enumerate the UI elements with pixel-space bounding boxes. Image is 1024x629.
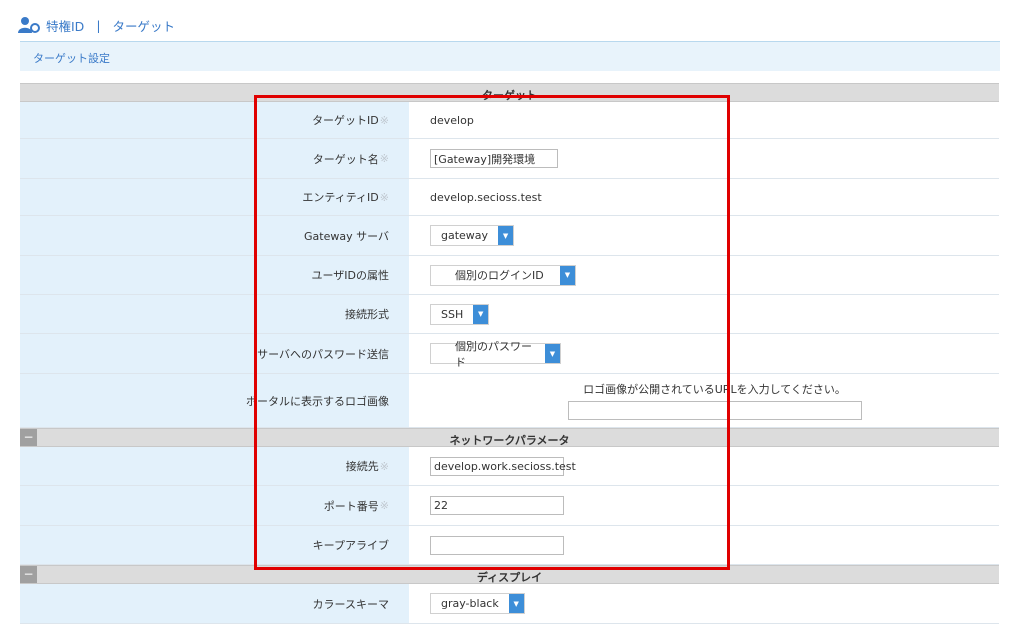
field-label: ポータルに表示するロゴ画像 [246, 394, 389, 408]
sub-header-title: ターゲット設定 [33, 52, 110, 65]
field-label: ユーザIDの属性 [311, 269, 390, 282]
field-label: エンティティID [302, 191, 379, 204]
logo-url-input[interactable] [567, 401, 862, 420]
user-key-icon [18, 16, 40, 34]
sub-header: ターゲット設定 [20, 41, 1000, 71]
select-value: 個別のパスワード [455, 339, 532, 369]
row-portal-logo: ポータルに表示するロゴ画像 ロゴ画像が公開されているURLを入力してください。 [20, 374, 999, 428]
section-target-header: ターゲット [20, 83, 999, 102]
select-value: SSH [441, 307, 464, 321]
required-mark: ※ [379, 459, 389, 473]
select-value: gray-black [441, 597, 499, 610]
row-gateway-server: Gateway サーバ gateway ▼ [20, 216, 999, 256]
password-send-select[interactable]: 個別のパスワード ▼ [430, 339, 561, 369]
color-scheme-select[interactable]: gray-black ▼ [430, 593, 525, 614]
row-user-id-attr: ユーザIDの属性 個別のログインID ▼ [20, 256, 999, 295]
field-label: サーバへのパスワード送信 [257, 347, 389, 361]
target-id-value: develop [430, 113, 474, 127]
select-value: 個別のログインID [455, 269, 544, 282]
entity-id-value: develop.secioss.test [430, 190, 542, 204]
chevron-down-icon[interactable]: ▼ [560, 265, 575, 285]
section-title: ネットワークパラメータ [449, 434, 570, 447]
keepalive-input[interactable] [430, 535, 564, 555]
required-mark: ※ [379, 113, 389, 127]
target-name-input[interactable]: [Gateway]開発環境 [430, 149, 558, 168]
chevron-down-icon[interactable]: ▼ [508, 594, 524, 613]
section-title: ターゲット [482, 89, 537, 102]
section-display-header: − ディスプレイ [20, 565, 999, 584]
required-mark: ※ [379, 152, 389, 165]
gateway-server-select[interactable]: gateway ▼ [430, 225, 515, 246]
breadcrumb-privileged-id[interactable]: 特権ID [46, 16, 84, 35]
row-connection-type: 接続形式 SSH ▼ [20, 295, 999, 334]
row-port: ポート番号 ※ 22 [20, 486, 999, 526]
port-input[interactable]: 22 [430, 496, 564, 515]
breadcrumb-target: ターゲット [112, 18, 176, 34]
field-label: ターゲットID [312, 114, 379, 127]
field-label: 接続先 [345, 460, 379, 473]
row-host: 接続先 ※ develop.work.secioss.test [20, 447, 999, 486]
row-target-name: ターゲット名 ※ [Gateway]開発環境 [20, 139, 999, 179]
breadcrumb: 特権ID | ターゲット [18, 14, 175, 36]
field-label: Gateway サーバ [304, 229, 389, 243]
required-mark: ※ [379, 190, 389, 204]
field-label: カラースキーマ [312, 597, 389, 611]
chevron-down-icon[interactable]: ▼ [473, 304, 489, 324]
field-label: 接続形式 [345, 308, 389, 321]
section-title: ディスプレイ [476, 571, 543, 584]
target-settings-form: ターゲット ターゲットID ※ develop ターゲット名 ※ [Gateway]… [20, 83, 999, 624]
chevron-down-icon[interactable]: ▼ [545, 344, 560, 363]
host-input[interactable]: develop.work.secioss.test [430, 456, 576, 476]
field-label: ターゲット名 [312, 152, 379, 166]
breadcrumb-separator: | [96, 17, 101, 33]
row-password-send: サーバへのパスワード送信 個別のパスワード ▼ [20, 334, 999, 374]
chevron-down-icon[interactable]: ▼ [498, 226, 514, 245]
logo-url-hint: ロゴ画像が公開されているURLを入力してください。 [583, 383, 846, 396]
field-label: キープアライブ [312, 539, 389, 552]
user-id-attr-select[interactable]: 個別のログインID ▼ [430, 264, 576, 286]
row-target-id: ターゲットID ※ develop [20, 102, 999, 139]
field-label: ポート番号 [323, 499, 379, 513]
row-entity-id: エンティティID ※ develop.secioss.test [20, 179, 999, 216]
select-value: gateway [441, 229, 489, 242]
row-color-scheme: カラースキーマ gray-black ▼ [20, 584, 999, 624]
connection-type-select[interactable]: SSH ▼ [430, 303, 490, 325]
section-network-header: − ネットワークパラメータ [20, 428, 999, 447]
row-keepalive: キープアライブ [20, 526, 999, 565]
required-mark: ※ [379, 499, 389, 512]
